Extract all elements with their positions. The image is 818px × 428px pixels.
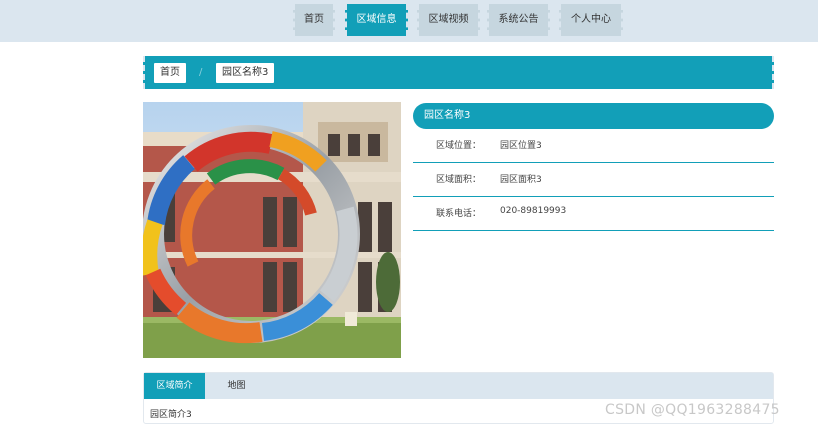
detail-row-area: 区域面积： 园区面积3 <box>413 163 774 197</box>
breadcrumb-separator: / <box>199 67 203 78</box>
phone-value: 020-89819993 <box>500 206 567 216</box>
watermark: CSDN @QQ1963288475 <box>605 402 780 418</box>
nav-announcements[interactable]: 系统公告 <box>487 4 550 36</box>
nav-home[interactable]: 首页 <box>293 4 335 36</box>
detail-title: 园区名称3 <box>413 103 774 129</box>
area-value: 园区面积3 <box>500 175 542 185</box>
breadcrumb-home[interactable]: 首页 <box>154 63 186 83</box>
tab-map[interactable]: 地图 <box>215 373 258 399</box>
tab-content: 园区简介3 <box>150 410 192 420</box>
phone-label: 联系电话： <box>436 209 482 219</box>
location-label: 区域位置： <box>436 141 482 151</box>
breadcrumb-current: 园区名称3 <box>216 63 275 83</box>
detail-row-location: 区域位置： 园区位置3 <box>413 129 774 163</box>
breadcrumb: 首页 / 园区名称3 <box>143 56 774 89</box>
park-photo <box>143 102 401 358</box>
nav-personal-center[interactable]: 个人中心 <box>559 4 623 36</box>
location-value: 园区位置3 <box>500 141 542 151</box>
tab-area-intro[interactable]: 区域简介 <box>144 373 205 399</box>
area-label: 区域面积： <box>436 175 482 185</box>
tabs-bar: 区域简介 地图 <box>144 373 773 399</box>
nav-area-video[interactable]: 区域视频 <box>417 4 480 36</box>
top-navigation: 首页 区域信息 区域视频 系统公告 个人中心 <box>0 0 818 42</box>
nav-area-info[interactable]: 区域信息 <box>345 4 408 36</box>
detail-row-phone: 联系电话： 020-89819993 <box>413 197 774 231</box>
